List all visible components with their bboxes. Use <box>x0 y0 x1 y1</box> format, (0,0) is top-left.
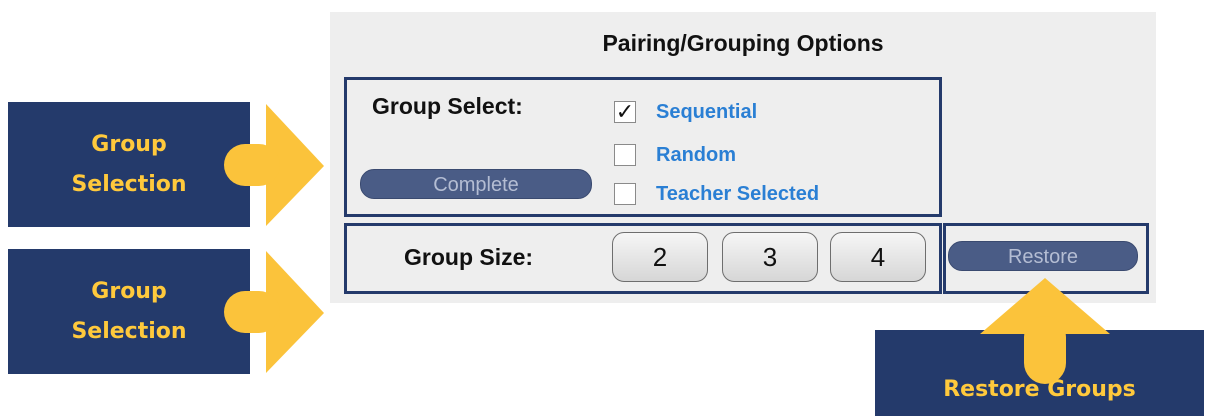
arrow-right-icon <box>224 104 324 226</box>
group-size-label: Group Size: <box>404 244 534 270</box>
option-label: Sequential <box>656 100 758 123</box>
group-selection-callout-1: Group Selection <box>8 102 250 227</box>
option-random[interactable]: Random <box>614 140 736 170</box>
group-select-label: Group Select: <box>372 93 523 119</box>
complete-button[interactable]: Complete <box>360 169 592 199</box>
option-sequential[interactable]: ✓ Sequential <box>614 97 757 127</box>
option-teacher-selected[interactable]: Teacher Selected <box>614 179 819 209</box>
group-size-2-button[interactable]: 2 <box>612 232 708 282</box>
option-label: Teacher Selected <box>656 182 820 205</box>
group-size-4-button[interactable]: 4 <box>830 232 926 282</box>
option-label: Random <box>656 143 736 166</box>
teacher-selected-checkbox[interactable] <box>614 183 636 205</box>
restore-button[interactable]: Restore <box>948 241 1138 271</box>
arrow-right-icon <box>224 251 324 373</box>
panel-title: Pairing/Grouping Options <box>602 30 884 56</box>
callout-text: Group Selection <box>71 278 187 344</box>
sequential-checkbox[interactable]: ✓ <box>614 101 636 123</box>
arrow-up-icon <box>980 278 1110 384</box>
callout-text: Group Selection <box>71 131 187 197</box>
group-selection-callout-2: Group Selection <box>8 249 250 374</box>
group-size-3-button[interactable]: 3 <box>722 232 818 282</box>
random-checkbox[interactable] <box>614 144 636 166</box>
